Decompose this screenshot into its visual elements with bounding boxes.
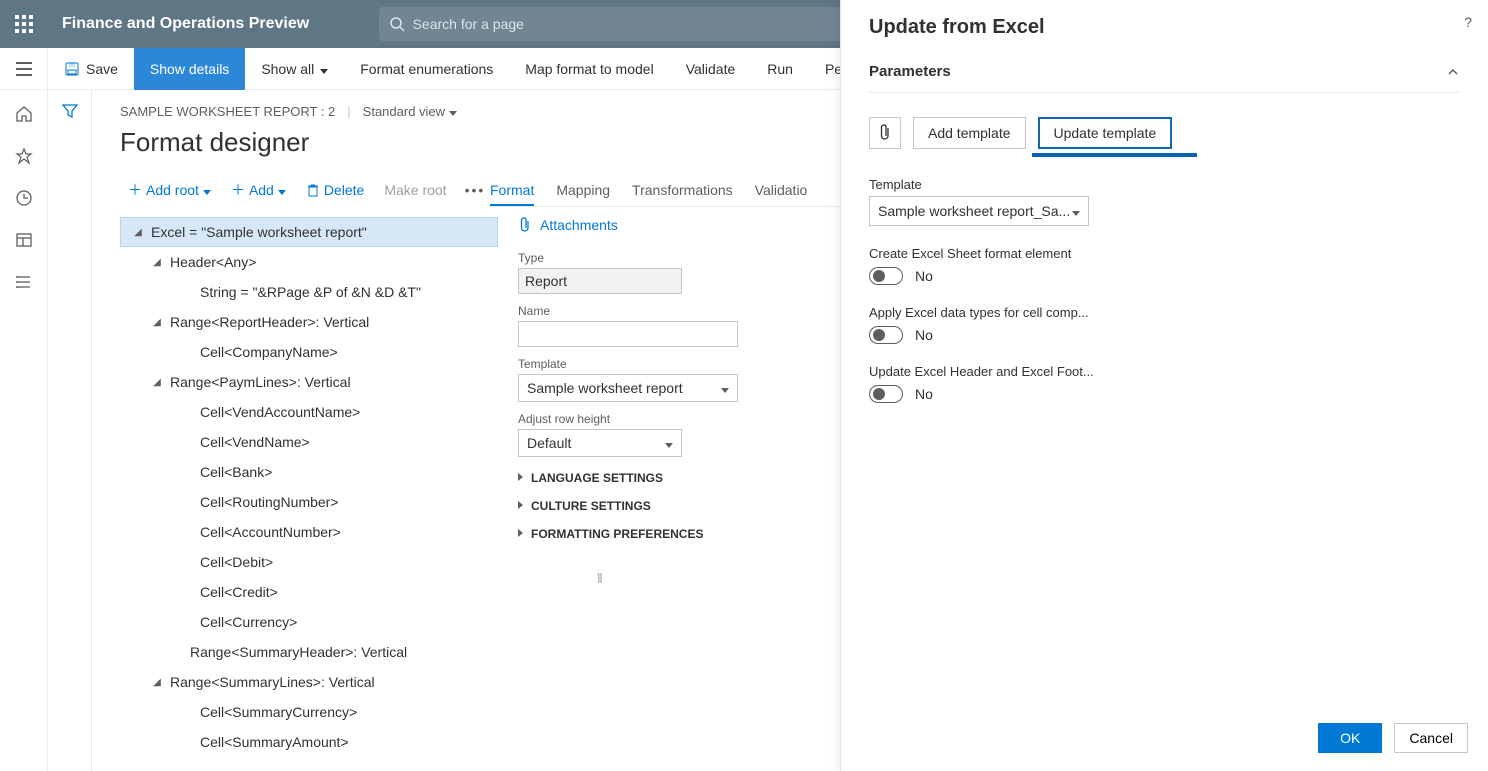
modules-icon[interactable] [14,272,34,292]
save-button[interactable]: Save [48,48,134,90]
home-icon[interactable] [14,104,34,124]
favorites-icon[interactable] [14,146,34,166]
tree-node[interactable]: ◢Cell<Debit> [120,547,498,577]
global-search[interactable] [379,7,919,41]
paperclip-icon [518,217,532,233]
search-icon [389,16,405,32]
name-field[interactable] [518,321,738,347]
tree-node[interactable]: ◢Cell<VendName> [120,427,498,457]
paperclip-icon [878,124,892,142]
format-enumerations-button[interactable]: Format enumerations [344,48,509,90]
tree-node[interactable]: ◢String = "&RPage &P of &N &D &T" [120,277,498,307]
create-sheet-toggle[interactable] [869,267,903,285]
app-launcher-icon[interactable] [0,0,48,48]
view-selector[interactable]: Standard view [363,104,457,119]
tab-format[interactable]: Format [490,176,534,206]
splitter-handle[interactable]: ‖ [597,570,603,586]
add-root-button[interactable]: ＋Add root [120,176,219,204]
create-sheet-label: Create Excel Sheet format element [869,246,1460,261]
left-navigation-rail [0,90,48,771]
tree-node[interactable]: ◢Range<PaymLines>: Vertical [120,367,498,397]
add-template-button[interactable]: Add template [913,117,1026,149]
help-icon[interactable]: ? [1464,14,1472,30]
validate-button[interactable]: Validate [670,48,752,90]
tab-mapping[interactable]: Mapping [556,176,610,206]
apply-types-label: Apply Excel data types for cell comp... [869,305,1460,320]
update-template-underline [1032,153,1197,157]
nav-toggle-button[interactable] [0,48,48,90]
tree-node[interactable]: ◢Cell<Currency> [120,607,498,637]
tree-node[interactable]: ◢Cell<VendAccountName> [120,397,498,427]
save-label: Save [86,61,118,77]
chevron-down-icon [203,182,211,198]
format-tree[interactable]: ◢Excel = "Sample worksheet report" ◢Head… [120,217,498,757]
chevron-down-icon [1072,203,1080,219]
chevron-right-icon [518,473,523,484]
make-root-button: Make root [376,178,454,202]
app-title: Finance and Operations Preview [62,15,309,33]
show-all-button[interactable]: Show all [245,48,344,90]
tab-transformations[interactable]: Transformations [632,176,733,206]
tree-node[interactable]: ◢Range<SummaryHeader>: Vertical [120,637,498,667]
breadcrumb-item: SAMPLE WORKSHEET REPORT : 2 [120,104,335,119]
cancel-button[interactable]: Cancel [1394,723,1468,753]
tab-validations[interactable]: Validatio [755,176,808,206]
toggle-value: No [915,386,933,402]
delete-button[interactable]: Delete [298,178,372,202]
tree-node[interactable]: ◢Range<SummaryLines>: Vertical [120,667,498,697]
tree-node[interactable]: ◢Cell<Credit> [120,577,498,607]
update-template-button[interactable]: Update template [1038,117,1173,149]
tree-node[interactable]: ◢Cell<RoutingNumber> [120,487,498,517]
attach-file-button[interactable] [869,117,901,149]
add-button[interactable]: ＋Add [223,176,294,204]
filter-icon[interactable] [61,102,79,771]
tree-node[interactable]: ◢Header<Any> [120,247,498,277]
workspace-icon[interactable] [14,230,34,250]
search-input[interactable] [413,16,909,32]
run-button[interactable]: Run [751,48,809,90]
type-field: Report [518,268,682,294]
chevron-right-icon [518,501,523,512]
update-header-toggle[interactable] [869,385,903,403]
breadcrumb-separator: | [347,104,350,119]
save-icon [64,61,80,77]
chevron-down-icon [665,435,673,451]
panel-template-select[interactable]: Sample worksheet report_Sa... [869,196,1089,226]
tree-node[interactable]: ◢Cell<SummaryAmount> [120,727,498,757]
show-details-button[interactable]: Show details [134,48,245,90]
tree-node-excel[interactable]: ◢Excel = "Sample worksheet report" [120,217,498,247]
ok-button[interactable]: OK [1318,723,1382,753]
chevron-down-icon [278,182,286,198]
chevron-down-icon [320,61,328,77]
template-select[interactable]: Sample worksheet report [518,374,738,402]
parameters-section-header[interactable]: Parameters [869,63,1460,80]
panel-template-label: Template [869,177,1460,192]
map-format-button[interactable]: Map format to model [509,48,669,90]
tree-node[interactable]: ◢Cell<CompanyName> [120,337,498,367]
apply-types-toggle[interactable] [869,326,903,344]
chevron-right-icon [518,529,523,540]
update-header-label: Update Excel Header and Excel Foot... [869,364,1460,379]
chevron-down-icon [449,104,457,119]
toggle-value: No [915,268,933,284]
tree-node[interactable]: ◢Cell<SummaryCurrency> [120,697,498,727]
more-button[interactable]: ••• [459,178,492,202]
chevron-up-icon [1446,65,1460,79]
tree-node[interactable]: ◢Cell<Bank> [120,457,498,487]
toggle-value: No [915,327,933,343]
tree-node[interactable]: ◢Range<ReportHeader>: Vertical [120,307,498,337]
row-height-select[interactable]: Default [518,429,682,457]
chevron-down-icon [721,380,729,396]
panel-title: Update from Excel [869,16,1460,39]
trash-icon [306,183,320,197]
update-from-excel-panel: ? Update from Excel Parameters Add templ… [840,0,1488,771]
filter-column [48,90,92,771]
recent-icon[interactable] [14,188,34,208]
tree-node[interactable]: ◢Cell<AccountNumber> [120,517,498,547]
